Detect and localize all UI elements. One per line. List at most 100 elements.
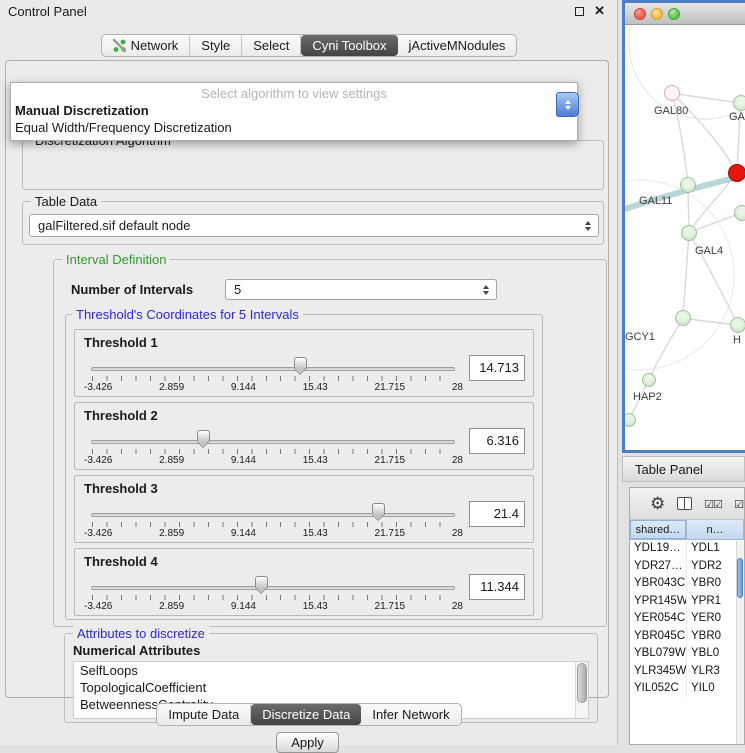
network-canvas[interactable]: GAL80GAGAL11GAL4GCY1HAP2H [625,25,745,453]
network-node[interactable] [728,164,745,182]
tab-discretize-data[interactable]: Discretize Data [251,704,361,725]
slider-ticks [92,522,454,527]
threshold-slider[interactable]: -3.4262.8599.14415.4321.71528 [91,354,455,396]
threshold-value-field[interactable]: 14.713 [469,355,525,381]
column-header[interactable]: shared… [630,520,687,540]
popup-option-manual-discretization[interactable]: Manual Discretization [11,102,577,119]
split-columns-icon[interactable] [677,497,692,510]
network-window-titlebar[interactable] [625,3,745,25]
column-header[interactable]: n… [687,520,744,540]
scale-tick-label: 15.43 [303,455,328,466]
threshold-value-field[interactable]: 21.4 [469,501,525,527]
network-tab-icon [113,39,126,52]
table-panel-title: Table Panel [623,457,744,477]
network-node-label: GAL80 [654,105,688,117]
tab-impute-data[interactable]: Impute Data [157,704,251,725]
close-icon[interactable] [594,3,605,19]
tab-select[interactable]: Select [242,35,301,56]
scale-tick-label: 28 [452,528,463,539]
slider-thumb[interactable] [294,357,307,369]
slider-ticks [92,595,454,600]
scrollbar-thumb[interactable] [577,663,587,703]
settings-gear-icon[interactable] [650,494,665,514]
slider-track [91,586,455,590]
threshold-value-field[interactable]: 11.344 [469,574,525,600]
tab-infer-network[interactable]: Infer Network [361,704,460,725]
tab-style[interactable]: Style [190,35,242,56]
network-node[interactable] [642,373,656,387]
slider-track [91,440,455,444]
network-view-window[interactable]: GAL80GAGAL11GAL4GCY1HAP2H [622,0,745,453]
thresholds-group: Threshold's Coordinates for 5 Intervals … [65,314,543,620]
discretization-algorithm-group: Discretization Algorithm [22,140,604,190]
table-row[interactable]: YDL19…YDL1 [630,540,744,558]
apply-button[interactable]: Apply [276,732,339,753]
combobox-stepper-icon [483,285,489,295]
tab-network[interactable]: Network [102,35,191,56]
tab-label: Infer Network [372,707,449,722]
attribute-list-item[interactable]: SelfLoops [74,662,588,679]
threshold-value-field[interactable]: 6.316 [469,428,525,454]
network-node[interactable] [681,225,697,241]
zoom-traffic-icon[interactable] [668,8,680,20]
table-cell: YDL19… [630,540,687,558]
table-row[interactable]: YER054CYER0 [630,610,744,628]
float-window-icon[interactable] [575,7,584,16]
table-row[interactable]: YIL052CYIL0 [630,680,744,698]
table-row[interactable]: YBR043CYBR0 [630,575,744,593]
table-scrollbar[interactable] [736,541,744,744]
close-traffic-icon[interactable] [634,8,646,20]
scrollbar-thumb[interactable] [737,558,743,598]
algorithm-combobox-stepper[interactable] [556,92,579,117]
tab-label: Discretize Data [262,707,350,722]
threshold-label: Threshold 2 [84,408,158,423]
table-data-combobox[interactable]: galFiltered.sif default node [29,214,599,237]
attribute-list-item[interactable]: TopologicalCoefficient [74,679,588,696]
select-columns-icon[interactable] [704,495,722,513]
scale-tick-label: 9.144 [231,382,256,393]
table-row[interactable]: YPR145WYPR1 [630,593,744,611]
threshold-slider[interactable]: -3.4262.8599.14415.4321.71528 [91,427,455,469]
tab-label: Style [201,38,230,53]
network-node[interactable] [733,95,745,111]
table-row[interactable]: YBR045CYBR0 [630,628,744,646]
network-node[interactable] [664,85,680,101]
scale-tick-label: 2.859 [159,382,184,393]
group-title: Table Data [31,194,101,209]
cyni-toolbox-panel: Discretization Algorithm Table Data galF… [5,60,609,698]
table-row[interactable]: YBL079WYBL0 [630,645,744,663]
numerical-attributes-label: Numerical Attributes [73,643,200,658]
tab-jactivemnodules[interactable]: jActiveMNodules [398,35,517,56]
panel-title: Control Panel [8,4,87,19]
scale-tick-label: 15.43 [303,528,328,539]
threshold-slider[interactable]: -3.4262.8599.14415.4321.71528 [91,573,455,615]
table-row[interactable]: YLR345WYLR3 [630,663,744,681]
scale-tick-label: 21.715 [375,455,406,466]
table-toolbar [630,488,744,520]
scale-tick-label: 9.144 [231,455,256,466]
threshold-slider[interactable]: -3.4262.8599.14415.4321.71528 [91,500,455,542]
threshold-panel: Threshold 26.316-3.4262.8599.14415.4321.… [74,402,534,470]
table-cell: YBR045C [630,628,687,646]
slider-thumb[interactable] [255,576,268,588]
select-rows-icon[interactable] [734,495,745,513]
slider-thumb[interactable] [197,430,210,442]
number-of-intervals-combobox[interactable]: 5 [225,279,497,300]
scale-tick-label: 21.715 [375,601,406,612]
number-of-intervals-label: Number of Intervals [71,282,193,297]
network-node[interactable] [730,317,745,333]
tab-cyni-toolbox[interactable]: Cyni Toolbox [301,35,397,56]
network-node[interactable] [680,177,696,193]
network-node[interactable] [734,205,745,221]
network-node[interactable] [675,310,691,326]
threshold-panel: Threshold 411.344-3.4262.8599.14415.4321… [74,548,534,616]
threshold-label: Threshold 3 [84,481,158,496]
popup-option-equal-width-frequency-discretization[interactable]: Equal Width/Frequency Discretization [11,119,577,136]
table-cell: YBL079W [630,645,687,663]
slider-thumb[interactable] [372,503,385,515]
minimize-traffic-icon[interactable] [651,8,663,20]
interval-definition-group: Interval Definition Number of Intervals … [53,259,607,627]
table-row[interactable]: YDR27…YDR2 [630,558,744,576]
tab-label: Cyni Toolbox [312,38,386,53]
group-title: Interval Definition [62,252,170,267]
